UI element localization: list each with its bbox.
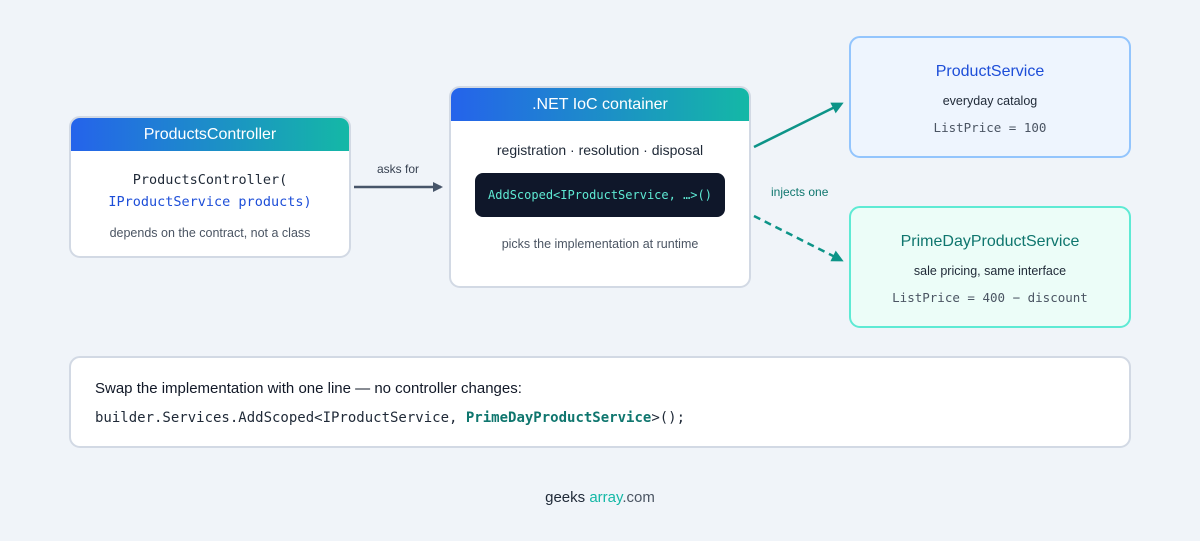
- controller-note: depends on the contract, not a class: [109, 226, 311, 240]
- prime-day-service-name: PrimeDayProductService: [900, 233, 1080, 250]
- footer-brand-geeks: geeks: [545, 489, 586, 506]
- footer-brand-domain: .com: [622, 489, 655, 506]
- swap-implementation-box: Swap the implementation with one line — …: [69, 356, 1131, 448]
- inject-product-service-arrow: [753, 102, 844, 149]
- swap-code-suffix: >();: [651, 410, 686, 426]
- product-service-description: everyday catalog: [942, 94, 1038, 108]
- ioc-container-title: .NET IoC container: [451, 88, 749, 121]
- prime-day-service-box: PrimeDayProductService sale pricing, sam…: [849, 206, 1131, 328]
- prime-day-service-price: ListPrice = 400 − discount: [892, 290, 1088, 305]
- swap-title: Swap the implementation with one line — …: [95, 380, 522, 397]
- product-service-name: ProductService: [935, 63, 1045, 80]
- injects-one-label: injects one: [771, 185, 829, 199]
- swap-code-line: builder.Services.AddScoped<IProductServi…: [95, 410, 1129, 426]
- products-controller-card: ProductsController ProductsController( I…: [69, 116, 351, 258]
- product-service-price: ListPrice = 100: [933, 120, 1047, 135]
- ioc-registration-code: AddScoped<IProductService, …>(): [475, 173, 725, 217]
- swap-code-highlight: PrimeDayProductService: [465, 410, 652, 426]
- footer-brand: geeks array.com: [0, 489, 1200, 506]
- asks-for-label: asks for: [377, 162, 420, 176]
- product-service-box: ProductService everyday catalog ListPric…: [849, 36, 1131, 158]
- controller-signature-line1: ProductsController(: [132, 172, 288, 188]
- prime-day-service-description: sale pricing, same interface: [913, 264, 1067, 278]
- ioc-container-note: picks the implementation at runtime: [501, 237, 699, 251]
- inject-prime-service-arrow: [753, 214, 844, 262]
- controller-signature: ProductsController( IProductService prod…: [71, 169, 349, 213]
- products-controller-title: ProductsController: [71, 118, 349, 151]
- swap-code-prefix: builder.Services.AddScoped<IProductServi…: [95, 410, 466, 426]
- controller-signature-param: IProductService products): [108, 194, 312, 210]
- ioc-container-subtitle: registration · resolution · disposal: [496, 142, 704, 158]
- ioc-container-card: .NET IoC container registration · resolu…: [449, 86, 751, 288]
- footer-brand-array: array: [589, 489, 623, 506]
